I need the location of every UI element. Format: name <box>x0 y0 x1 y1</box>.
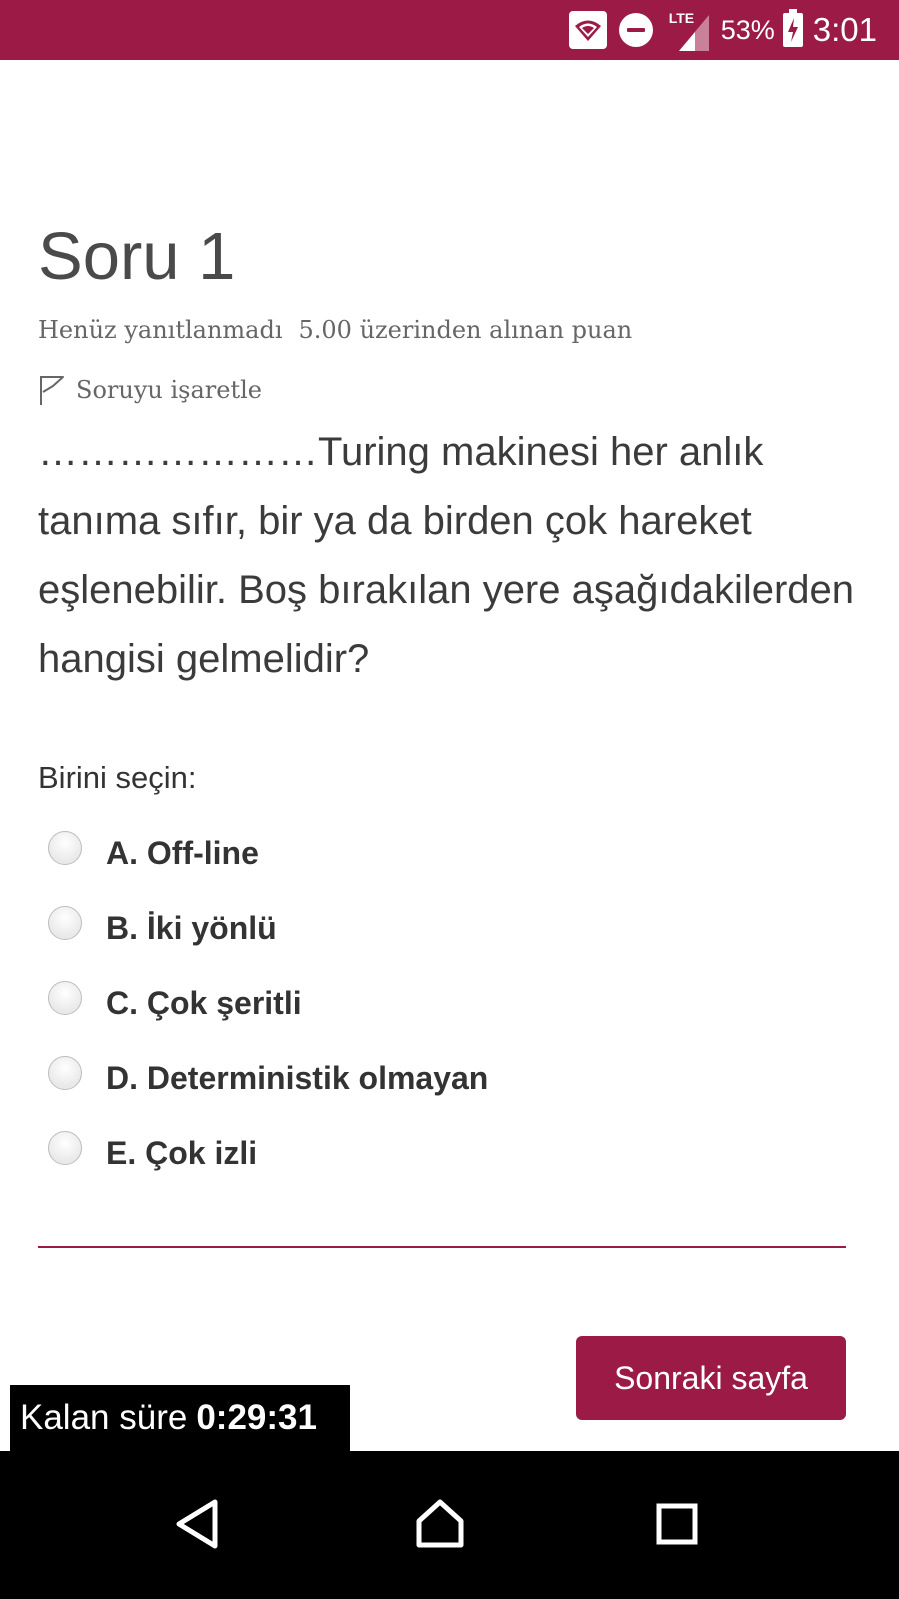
divider <box>38 1246 846 1248</box>
answer-prompt: Birini seçin: <box>38 760 197 795</box>
timer-value: 0:29:31 <box>196 1398 317 1437</box>
question-status: Henüz yanıtlanmadı <box>38 316 283 344</box>
question-points: 5.00 üzerinden alınan puan <box>298 316 633 344</box>
recent-apps-icon[interactable] <box>642 1489 712 1559</box>
radio-button[interactable] <box>48 1130 82 1165</box>
radio-button[interactable] <box>48 980 82 1015</box>
next-page-button[interactable]: Sonraki sayfa <box>576 1336 846 1420</box>
home-icon[interactable] <box>405 1489 475 1559</box>
option-label: E. Çok izli <box>106 1135 258 1171</box>
flag-question-label: Soruyu işaretle <box>76 376 262 404</box>
radio-button[interactable] <box>48 830 82 865</box>
radio-button[interactable] <box>48 905 82 940</box>
answer-option-d[interactable]: D. Deterministik olmayan <box>48 1041 488 1116</box>
battery-charging-icon <box>782 9 803 47</box>
countdown-timer: Kalan süre 0:29:31 <box>10 1385 350 1451</box>
wifi-icon <box>568 11 607 49</box>
question-title: Soru 1 <box>38 219 236 294</box>
answer-option-c[interactable]: C. Çok şeritli <box>48 966 488 1041</box>
answer-option-e[interactable]: E. Çok izli <box>48 1116 488 1191</box>
status-bar: LTE 53% 3:01 <box>0 0 899 60</box>
do-not-disturb-icon <box>618 13 653 47</box>
timer-label: Kalan süre <box>20 1398 188 1437</box>
navigation-bar <box>0 1451 899 1599</box>
answer-option-b[interactable]: B. İki yönlü <box>48 891 488 966</box>
option-label: B. İki yönlü <box>106 910 277 946</box>
question-info: Henüz yanıtlanmadı 5.00 üzerinden alınan … <box>38 316 632 344</box>
option-label: C. Çok şeritli <box>106 985 302 1021</box>
back-icon[interactable] <box>162 1489 232 1559</box>
question-text: …………………Turing makinesi her anlık tanıma … <box>38 430 855 681</box>
answer-option-a[interactable]: A. Off-line <box>48 816 488 891</box>
battery-percentage: 53% <box>720 14 775 45</box>
answer-options: A. Off-line B. İki yönlü C. Çok şeritli … <box>48 816 488 1191</box>
option-label: A. Off-line <box>106 835 259 871</box>
flag-question-link[interactable]: Soruyu işaretle <box>38 374 262 406</box>
radio-button[interactable] <box>48 1055 82 1090</box>
signal-icon: LTE <box>665 7 711 53</box>
option-label: D. Deterministik olmayan <box>106 1060 489 1096</box>
status-time: 3:01 <box>812 11 877 48</box>
flag-icon <box>40 376 64 405</box>
